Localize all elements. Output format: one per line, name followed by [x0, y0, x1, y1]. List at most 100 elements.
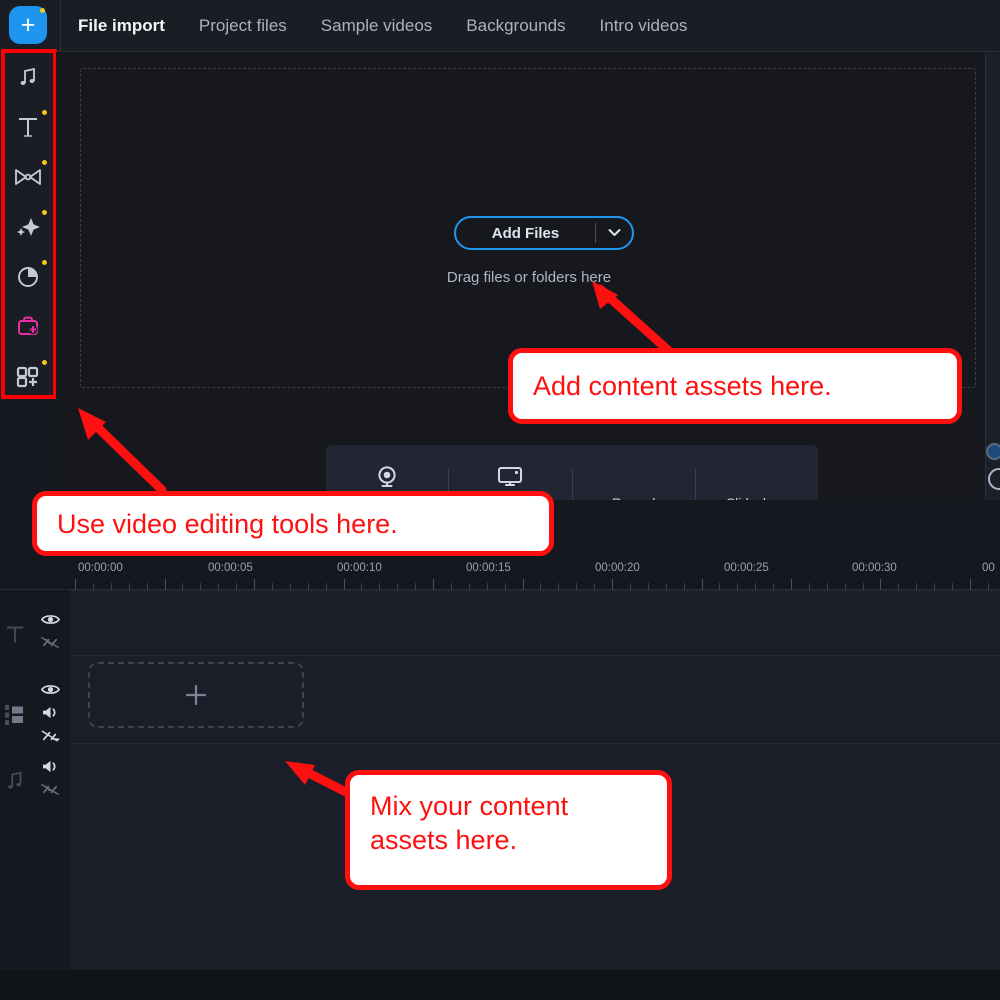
eye-visible-icon[interactable]: [41, 612, 60, 632]
ruler-tick-minor: [666, 583, 667, 590]
ruler-tick-minor: [576, 583, 577, 590]
ruler-tick-minor: [540, 583, 541, 590]
callout-text: Use video editing tools here.: [57, 507, 398, 541]
ruler-label: 00:00:00: [78, 562, 123, 574]
ruler-tick-minor: [487, 583, 488, 590]
track-divider: [70, 743, 1000, 744]
plus-icon: [183, 682, 209, 708]
link-broken-icon[interactable]: [41, 635, 60, 655]
link-broken-icon[interactable]: [41, 728, 60, 748]
arrow-to-tool-rail: [66, 400, 176, 495]
ruler-tick-minor: [290, 583, 291, 590]
text-t-icon: [0, 608, 30, 655]
ruler-tick-minor: [147, 583, 148, 590]
ruler-label: 00:00:30: [852, 562, 897, 574]
eye-visible-icon[interactable]: [41, 682, 60, 702]
rail-item-music[interactable]: [0, 52, 56, 102]
ruler-tick-major: [970, 579, 971, 590]
ruler-tick-minor: [469, 583, 470, 590]
track-headers: [0, 590, 70, 970]
ruler-label: 00:00:05: [208, 562, 253, 574]
tab-intro-videos[interactable]: Intro videos: [600, 16, 688, 36]
ruler-tick-minor: [93, 583, 94, 590]
ruler-tick-minor: [773, 583, 774, 590]
track-controls-text: [30, 608, 70, 655]
ruler-tick-major: [702, 579, 703, 590]
ruler-tick-minor: [648, 583, 649, 590]
callout-add-content-assets: Add content assets here.: [508, 348, 962, 424]
ruler-tick-minor: [182, 583, 183, 590]
ruler-tick-minor: [845, 583, 846, 590]
rail-item-filters[interactable]: [0, 252, 56, 302]
rail-badge-dot: [42, 110, 47, 115]
ruler-label: 00:00:25: [724, 562, 769, 574]
link-broken-icon[interactable]: [41, 782, 60, 802]
callout-editing-tools: Use video editing tools here.: [32, 491, 554, 556]
tab-backgrounds[interactable]: Backgrounds: [466, 16, 565, 36]
more-tools-grid-plus-icon: [15, 365, 41, 389]
ruler-tick-minor: [236, 583, 237, 590]
callout-mix-assets: Mix your content assets here.: [345, 770, 672, 890]
ruler-tick-major: [165, 579, 166, 590]
plus-button-badge-dot: [40, 8, 45, 13]
rail-item-transitions[interactable]: [0, 152, 56, 202]
track-divider: [70, 655, 1000, 656]
ruler-tick-major: [75, 579, 76, 590]
add-clip-placeholder[interactable]: [88, 662, 304, 728]
add-files-label: Add Files: [456, 225, 595, 242]
rail-badge-dot: [42, 160, 47, 165]
ruler-label: 00:00:15: [466, 562, 511, 574]
effects-sparkle-icon: [15, 215, 41, 239]
music-note-icon: [0, 755, 30, 802]
ruler-tick-minor: [737, 583, 738, 590]
track-controls-video: [30, 678, 70, 748]
ruler-tick-minor: [451, 583, 452, 590]
ruler-tick-major: [254, 579, 255, 590]
track-divider: [70, 590, 1000, 591]
rail-badge-dot: [42, 210, 47, 215]
rail-item-titles[interactable]: [0, 102, 56, 152]
ruler-tick-minor: [755, 583, 756, 590]
rail-item-store[interactable]: [0, 302, 56, 352]
tab-sample-videos[interactable]: Sample videos: [321, 16, 433, 36]
ruler-tick-minor: [200, 583, 201, 590]
speaker-on-icon[interactable]: [41, 705, 60, 725]
music-note-icon: [16, 65, 40, 89]
ruler-tick-minor: [397, 583, 398, 590]
rail-item-more-tools[interactable]: [0, 352, 56, 402]
chevron-down-icon[interactable]: [596, 226, 632, 240]
rail-item-effects[interactable]: [0, 202, 56, 252]
tab-list: File import Project files Sample videos …: [78, 0, 687, 52]
ruler-tick-minor: [272, 583, 273, 590]
ruler-tick-minor: [630, 583, 631, 590]
ruler-tick-minor: [308, 583, 309, 590]
rail-badge-dot: [42, 260, 47, 265]
ruler-tick-minor: [952, 583, 953, 590]
player-handle-dot[interactable]: [986, 443, 1000, 460]
ruler-tick-minor: [916, 583, 917, 590]
track-header-text[interactable]: [0, 608, 70, 655]
timeline-ruler[interactable]: 00:00:00 00:00:05 00:00:10 00:00:15 00:0…: [0, 560, 1000, 590]
ruler-tick-minor: [218, 583, 219, 590]
top-tab-bar: + File import Project files Sample video…: [0, 0, 1000, 52]
ruler-tick-major: [880, 579, 881, 590]
ruler-label: 00: [982, 562, 995, 574]
speaker-on-icon[interactable]: [41, 759, 60, 779]
tab-file-import[interactable]: File import: [78, 16, 165, 36]
drag-files-hint: Drag files or folders here: [81, 269, 977, 286]
ruler-tick-minor: [719, 583, 720, 590]
file-dropzone[interactable]: Add Files Drag files or folders here: [80, 68, 976, 388]
track-header-audio[interactable]: [0, 755, 70, 802]
topbar-divider: [60, 0, 61, 52]
ruler-label: 00:00:10: [337, 562, 382, 574]
track-header-video[interactable]: [0, 678, 70, 748]
tab-project-files[interactable]: Project files: [199, 16, 287, 36]
ruler-tick-major: [791, 579, 792, 590]
plus-button[interactable]: +: [9, 6, 47, 44]
add-files-button[interactable]: Add Files: [454, 216, 634, 250]
ruler-tick-minor: [558, 583, 559, 590]
ruler-tick-minor: [594, 583, 595, 590]
callout-text: Add content assets here.: [533, 369, 832, 403]
rail-badge-dot: [42, 360, 47, 365]
ruler-tick-minor: [863, 583, 864, 590]
